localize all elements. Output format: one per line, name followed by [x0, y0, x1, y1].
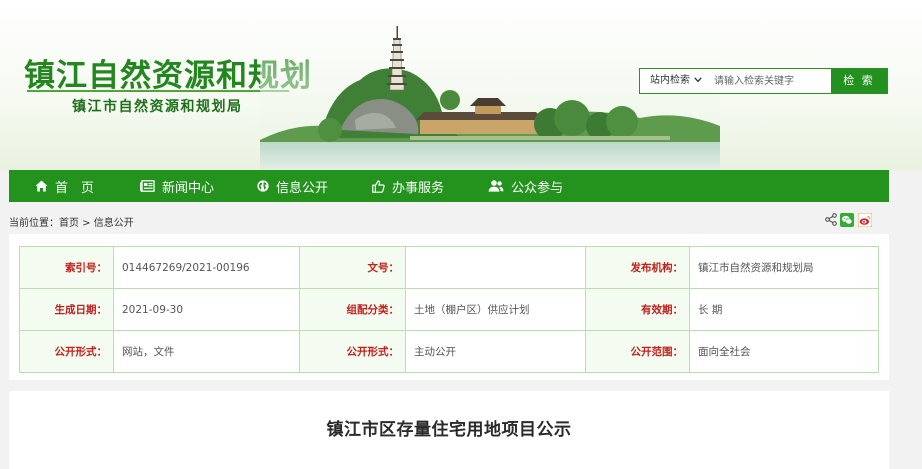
- thumbs-up-icon: [372, 179, 385, 193]
- meta-value-validity: 长 期: [689, 288, 879, 331]
- article-title: 镇江市区存量住宅用地项目公示: [326, 420, 572, 440]
- globe-icon: [257, 180, 269, 192]
- meta-label-disclosure-type: 公开形式：: [299, 330, 406, 373]
- table-row: 公开形式： 网站，文件 公开形式： 主动公开 公开范围： 面向全社会: [19, 330, 879, 373]
- meta-value-index: 014467269/2021-00196: [113, 246, 300, 289]
- weibo-icon[interactable]: [858, 213, 872, 227]
- title-divider: [27, 90, 289, 92]
- breadcrumb: 当前位置：首页 > 信息公开: [9, 214, 134, 229]
- breadcrumb-home-link[interactable]: 首页: [59, 218, 79, 229]
- breadcrumb-separator: >: [79, 218, 94, 229]
- meta-value-category: 土地（棚户区）供应计划: [405, 288, 586, 331]
- meta-value-disclosure-scope: 面向全社会: [689, 330, 879, 373]
- meta-value-disclosure-form: 网站，文件: [113, 330, 300, 373]
- meta-label-disclosure-scope: 公开范围：: [585, 330, 690, 373]
- nav-item-services[interactable]: 办事服务: [372, 170, 444, 202]
- search-box: 站内检索 检 索: [639, 68, 888, 94]
- nav-item-public-participation[interactable]: 公众参与: [488, 170, 563, 202]
- site-subtitle: 镇江市自然资源和规划局: [72, 99, 243, 115]
- nav-item-label: 办事服务: [392, 180, 445, 196]
- meta-panel: 索引号： 014467269/2021-00196 文号： 发布机构： 镇江市自…: [9, 234, 889, 380]
- search-scope-label: 站内检索: [650, 75, 690, 86]
- meta-label-publisher: 发布机构：: [585, 246, 690, 289]
- meta-label-doc-number: 文号：: [299, 246, 406, 289]
- nav-item-label: 新闻中心: [162, 180, 215, 196]
- newspaper-icon: [140, 180, 155, 192]
- share-icon[interactable]: [825, 213, 837, 226]
- meta-label-created-date: 生成日期：: [19, 288, 114, 331]
- search-scope-select[interactable]: 站内检索: [640, 69, 708, 93]
- nav-item-info-disclosure[interactable]: 信息公开: [257, 170, 328, 202]
- meta-label-validity: 有效期：: [585, 288, 690, 331]
- article-panel: 镇江市区存量住宅用地项目公示: [9, 391, 889, 469]
- breadcrumb-current[interactable]: 信息公开: [94, 218, 134, 229]
- home-icon: [35, 180, 48, 192]
- meta-label-category: 组配分类：: [299, 288, 406, 331]
- meta-info-table: 索引号： 014467269/2021-00196 文号： 发布机构： 镇江市自…: [19, 246, 879, 373]
- meta-value-doc-number: [405, 246, 586, 289]
- wechat-icon[interactable]: [840, 213, 854, 227]
- main-nav: 首 页 新闻中心 信息公开 办事服务 公众参与: [9, 170, 889, 202]
- nav-item-label: 公众参与: [511, 180, 564, 196]
- users-icon: [488, 180, 504, 192]
- search-button[interactable]: 检 索: [831, 69, 887, 93]
- search-input[interactable]: [710, 70, 836, 92]
- nav-item-label: 首 页: [55, 180, 95, 196]
- meta-label-disclosure-form: 公开形式：: [19, 330, 114, 373]
- table-row: 生成日期： 2021-09-30 组配分类： 土地（棚户区）供应计划 有效期： …: [19, 288, 879, 331]
- nav-item-news[interactable]: 新闻中心: [140, 170, 214, 202]
- nav-item-home[interactable]: 首 页: [35, 170, 94, 202]
- table-row: 索引号： 014467269/2021-00196 文号： 发布机构： 镇江市自…: [19, 246, 879, 289]
- breadcrumb-prefix: 当前位置：: [9, 218, 59, 229]
- meta-value-disclosure-type: 主动公开: [405, 330, 586, 373]
- meta-value-created-date: 2021-09-30: [113, 288, 300, 331]
- nav-item-label: 信息公开: [276, 180, 329, 196]
- meta-label-index: 索引号：: [19, 246, 114, 289]
- meta-value-publisher: 镇江市自然资源和规划局: [689, 246, 879, 289]
- chevron-down-icon: [694, 77, 702, 83]
- header-banner: 镇江自然资源和规划 镇江市自然资源和规划局 站内检索 请输入检索关键字 检 索: [0, 0, 922, 170]
